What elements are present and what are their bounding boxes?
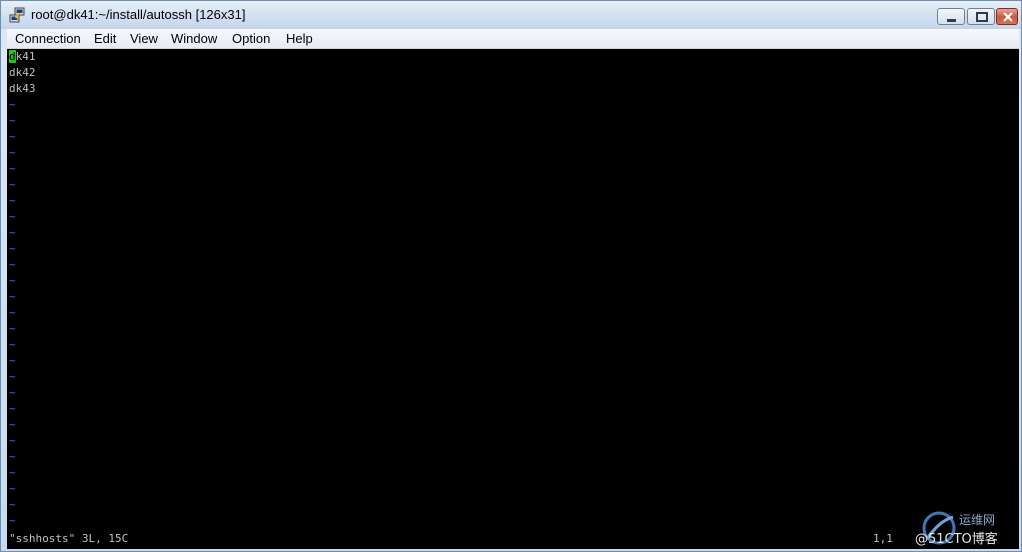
watermark-blog: @51CTO博客 bbox=[915, 532, 998, 547]
putty-window: root@dk41:~/install/autossh [126x31] Con… bbox=[0, 0, 1022, 552]
menu-window[interactable]: Window bbox=[171, 31, 217, 46]
line-text: k41 bbox=[15, 50, 36, 63]
tilde-line: ~ bbox=[9, 274, 16, 287]
terminal-line: dk42 bbox=[9, 66, 36, 79]
menu-bar: Connection Edit View Window Option Help bbox=[7, 29, 1019, 49]
watermark: 运维网 @51CTO博客 bbox=[909, 509, 1019, 549]
close-button[interactable] bbox=[996, 8, 1018, 25]
cursor-position: 1,1 bbox=[873, 532, 893, 545]
terminal-line: dk43 bbox=[9, 82, 36, 95]
minimize-button[interactable] bbox=[937, 8, 965, 25]
tilde-line: ~ bbox=[9, 258, 16, 271]
menu-edit[interactable]: Edit bbox=[94, 31, 116, 46]
title-bar[interactable]: root@dk41:~/install/autossh [126x31] bbox=[1, 1, 1021, 29]
tilde-line: ~ bbox=[9, 162, 16, 175]
tilde-line: ~ bbox=[9, 450, 16, 463]
close-icon bbox=[1003, 12, 1013, 22]
putty-icon[interactable] bbox=[9, 7, 25, 23]
window-title: root@dk41:~/install/autossh [126x31] bbox=[31, 7, 246, 22]
tilde-line: ~ bbox=[9, 98, 16, 111]
tilde-line: ~ bbox=[9, 354, 16, 367]
terminal-screen[interactable]: dk41 dk42 dk43 ~ ~ ~ ~ ~ ~ ~ ~ ~ ~ ~ ~ ~ ~ ~ ~ ~ ~ ~ ~ ~ ~ ~ ~ ~… bbox=[7, 49, 1019, 549]
tilde-line: ~ bbox=[9, 402, 16, 415]
tilde-line: ~ bbox=[9, 498, 16, 511]
tilde-line: ~ bbox=[9, 322, 16, 335]
tilde-line: ~ bbox=[9, 386, 16, 399]
maximize-button[interactable] bbox=[967, 8, 995, 25]
tilde-line: ~ bbox=[9, 290, 16, 303]
menu-help[interactable]: Help bbox=[286, 31, 313, 46]
tilde-line: ~ bbox=[9, 514, 16, 527]
tilde-line: ~ bbox=[9, 306, 16, 319]
tilde-line: ~ bbox=[9, 130, 16, 143]
tilde-line: ~ bbox=[9, 466, 16, 479]
tilde-line: ~ bbox=[9, 482, 16, 495]
tilde-line: ~ bbox=[9, 434, 16, 447]
menu-view[interactable]: View bbox=[130, 31, 158, 46]
terminal-line: dk41 bbox=[9, 49, 36, 65]
maximize-icon bbox=[976, 12, 988, 22]
tilde-line: ~ bbox=[9, 338, 16, 351]
tilde-line: ~ bbox=[9, 370, 16, 383]
text-cursor: d bbox=[9, 50, 16, 63]
tilde-line: ~ bbox=[9, 226, 16, 239]
menu-connection[interactable]: Connection bbox=[15, 31, 81, 46]
watermark-site: 运维网 bbox=[959, 513, 996, 527]
tilde-line: ~ bbox=[9, 418, 16, 431]
minimize-icon bbox=[947, 19, 956, 22]
tilde-line: ~ bbox=[9, 242, 16, 255]
tilde-line: ~ bbox=[9, 146, 16, 159]
tilde-line: ~ bbox=[9, 178, 16, 191]
tilde-line: ~ bbox=[9, 114, 16, 127]
tilde-line: ~ bbox=[9, 194, 16, 207]
tilde-line: ~ bbox=[9, 210, 16, 223]
menu-option[interactable]: Option bbox=[232, 31, 270, 46]
status-line: "sshhosts" 3L, 15C bbox=[9, 532, 129, 545]
